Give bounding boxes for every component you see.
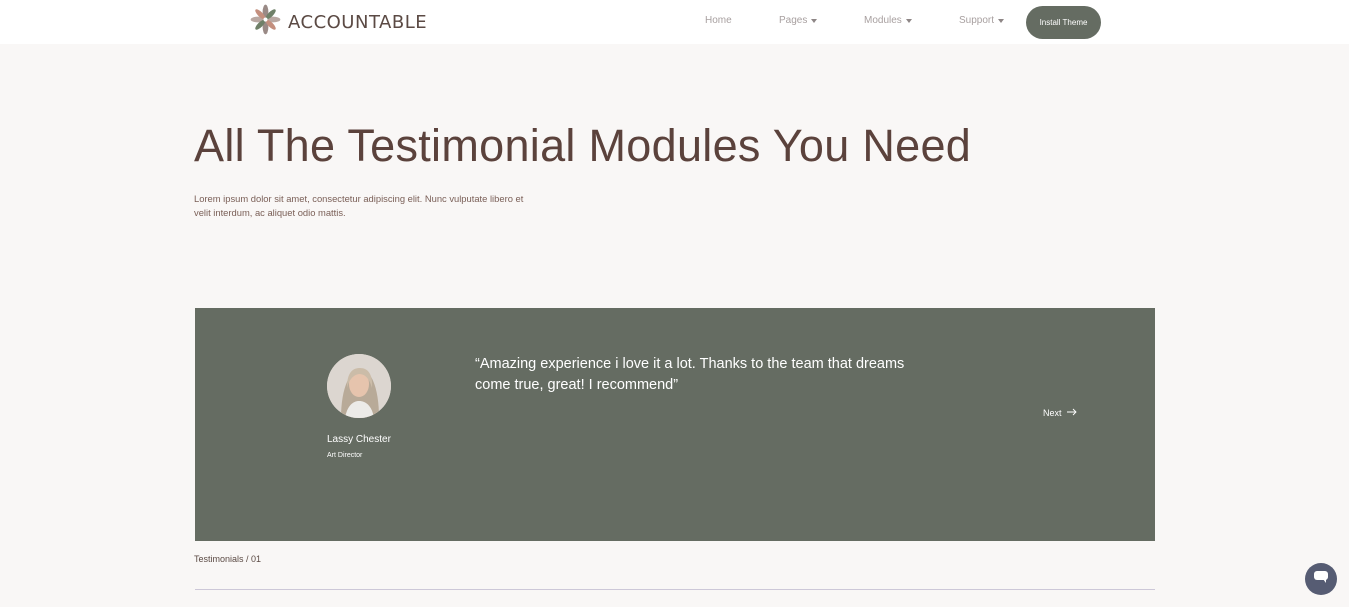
brand-logo[interactable]: ACCOUNTABLE <box>249 3 428 41</box>
testimonial-breadcrumb: Testimonials / 01 <box>194 554 262 564</box>
nav-item-support[interactable]: Support <box>959 15 1005 26</box>
caret-down-icon <box>998 18 1005 23</box>
chat-launcher-button[interactable] <box>1305 563 1337 595</box>
testimonial-author-name: Lassy Chester <box>327 434 391 445</box>
top-navigation-bar: ACCOUNTABLE Home Pages Modules Support I… <box>0 0 1349 44</box>
nav-label: Support <box>959 15 995 26</box>
page-subtitle: Lorem ipsum dolor sit amet, consectetur … <box>194 193 524 218</box>
section-divider <box>195 589 1155 590</box>
caret-down-icon <box>811 18 818 23</box>
testimonial-quote: “Amazing experience i love it a lot. Tha… <box>475 356 905 393</box>
brand-name: ACCOUNTABLE <box>288 11 428 33</box>
nav-item-modules[interactable]: Modules <box>864 15 912 26</box>
nav-label: Home <box>705 15 732 26</box>
arrow-right-icon <box>1066 408 1077 418</box>
nav-item-pages[interactable]: Pages <box>779 15 818 26</box>
next-label: Next <box>1043 408 1062 418</box>
nav-label: Modules <box>864 15 902 26</box>
chat-bubble-icon <box>1314 570 1328 588</box>
avatar <box>327 354 391 418</box>
testimonial-card: Lassy Chester Art Director “Amazing expe… <box>195 308 1155 541</box>
flower-logo-icon <box>249 3 282 41</box>
testimonial-author-role: Art Director <box>327 452 363 459</box>
nav-item-home[interactable]: Home <box>705 15 732 26</box>
page-title: All The Testimonial Modules You Need <box>194 120 972 171</box>
install-theme-button[interactable]: Install Theme <box>1026 6 1101 39</box>
next-button[interactable]: Next <box>1043 408 1077 418</box>
caret-down-icon <box>905 18 912 23</box>
nav-label: Pages <box>779 15 808 26</box>
